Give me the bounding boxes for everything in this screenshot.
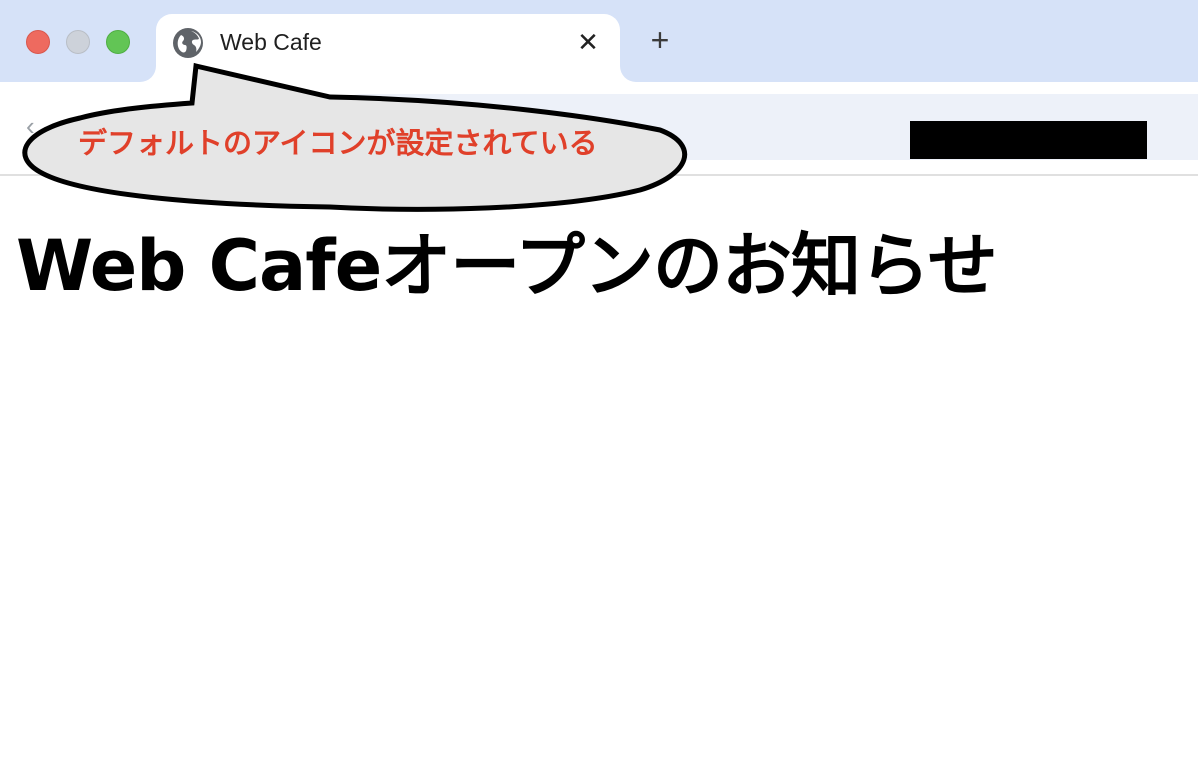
redacted-url [910, 121, 1147, 159]
page-title: Web Cafeオープンのお知らせ [16, 225, 998, 307]
annotation-callout [22, 62, 688, 212]
annotation-text: デフォルトのアイコンが設定されている [78, 126, 598, 160]
